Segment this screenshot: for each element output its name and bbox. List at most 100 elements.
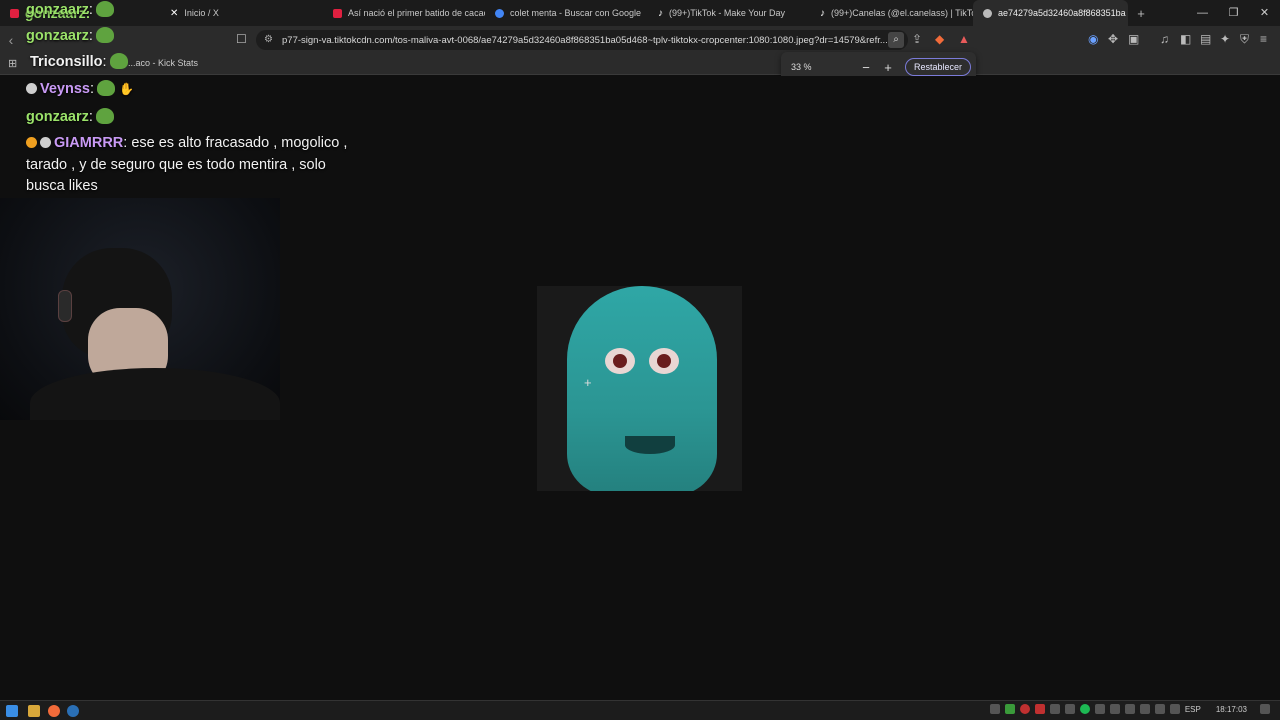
media-icon[interactable]: ♫ <box>1160 32 1169 46</box>
chat-badge-icon <box>40 137 51 148</box>
site-settings-icon[interactable]: ⚙ <box>264 34 273 45</box>
tab-label: colet menta - Buscar con Google <box>510 8 642 18</box>
tray-app-icon[interactable] <box>1019 704 1030 714</box>
webcam-body-shape <box>30 368 280 420</box>
tray-app-icon[interactable] <box>1124 704 1135 714</box>
vpn-icon[interactable]: ⛨ <box>1240 32 1249 47</box>
pepe-emote-icon <box>95 1 114 17</box>
chat-message: Veynss: ✋ <box>26 79 356 101</box>
tab-label: ae74279a5d32460a8f868351ba <box>998 8 1126 18</box>
chat-username: gonzaarz <box>26 108 89 125</box>
tab-google-search[interactable]: colet menta - Buscar con Google <box>485 0 648 26</box>
youtube-icon <box>10 8 19 18</box>
tab-label: Inicio / X <box>184 8 219 18</box>
close-window-icon[interactable]: ✕ <box>1249 0 1280 26</box>
tab-x-home[interactable]: ✕ Inicio / X <box>160 0 323 26</box>
address-bar[interactable]: ⚙ p77-sign-va.tiktokcdn.com/tos-maliva-a… <box>256 30 908 50</box>
extensions-icon[interactable]: ✥ <box>1108 32 1118 46</box>
chat-overlay-line: Triconsillo: <box>30 52 128 74</box>
zoom-reset-button[interactable]: Restablecer <box>905 58 972 76</box>
system-tray: ESP 18:17:03 <box>989 704 1270 714</box>
audio-icon[interactable]: ◉ <box>1088 32 1098 46</box>
brave-shield-icon[interactable]: ◆ <box>935 32 944 46</box>
chat-separator: : <box>88 28 93 44</box>
character-mouth <box>625 436 675 454</box>
zoom-out-button[interactable]: − <box>855 60 877 75</box>
back-icon[interactable]: ‹ <box>0 32 22 48</box>
chat-overlay-line: gonzaarz: <box>26 0 114 22</box>
tab-active-image[interactable]: ae74279a5d32460a8f868351ba ✕ <box>973 0 1128 26</box>
tray-app-icon[interactable] <box>1094 704 1105 714</box>
bookmark-icon[interactable]: ☐ <box>236 32 247 46</box>
windows-taskbar: ESP 18:17:03 <box>0 700 1280 720</box>
apps-grid-icon[interactable]: ⊞ <box>8 57 17 70</box>
clock[interactable]: 18:17:03 <box>1216 705 1247 714</box>
brave-rewards-icon[interactable]: ▲ <box>958 32 970 46</box>
wallet-icon[interactable]: ▤ <box>1200 32 1211 46</box>
zoom-level: 33 % <box>791 62 812 72</box>
microphone-icon[interactable] <box>1109 704 1120 714</box>
globe-icon <box>983 8 992 18</box>
tray-app-icon[interactable] <box>1034 704 1045 714</box>
chat-username: gonzaarz <box>26 2 89 18</box>
pepe-emote-icon <box>109 53 128 69</box>
menu-icon[interactable]: ≡ <box>1260 32 1267 46</box>
viewed-image[interactable] <box>537 286 742 491</box>
hands-emote-icon: ✋ <box>119 82 134 96</box>
nvidia-icon[interactable] <box>1004 704 1015 714</box>
chat-username: gonzaarz <box>26 28 89 44</box>
tray-app-icon[interactable] <box>1049 704 1060 714</box>
bookmark-kick-stats[interactable]: ...aco - Kick Stats <box>128 58 198 68</box>
wifi-icon[interactable] <box>1154 704 1165 714</box>
x-logo-icon: ✕ <box>170 7 179 19</box>
tab-label: (99+)TikTok - Make Your Day <box>669 8 785 18</box>
steam-icon[interactable] <box>67 705 79 717</box>
language-indicator[interactable]: ESP <box>1185 705 1201 714</box>
character-eye-right <box>649 348 679 374</box>
chat-badge-icon <box>26 83 37 94</box>
chat-separator: : <box>88 2 93 18</box>
window-controls: — ❐ ✕ <box>1187 0 1280 26</box>
new-tab-button[interactable]: + <box>1128 6 1154 21</box>
stream-chat: Veynss: ✋ gonzaarz: GIAMRRR: ese es alto … <box>26 76 356 198</box>
tab-batido-cacao[interactable]: Así nació el primer batido de cacao <box>323 0 485 26</box>
chat-overlay-line: gonzaarz: <box>26 26 114 48</box>
chat-username: Triconsillo <box>30 54 103 70</box>
tray-app-icon[interactable] <box>1064 704 1075 714</box>
sidebar-icon[interactable]: ◧ <box>1180 32 1191 46</box>
chat-message: GIAMRRR: ese es alto fracasado , mogolic… <box>26 133 356 198</box>
share-icon[interactable]: ⇪ <box>912 32 922 46</box>
tiktok-icon: ♪ <box>820 7 825 19</box>
pepe-emote-icon <box>95 27 114 43</box>
tiktok-icon: ♪ <box>658 7 663 19</box>
zoom-indicator-icon[interactable]: ⌕ <box>888 32 904 48</box>
notification-icon[interactable] <box>1260 704 1270 714</box>
reader-mode-icon[interactable]: ▣ <box>1128 32 1139 46</box>
tab-tiktok[interactable]: ♪ (99+)TikTok - Make Your Day <box>648 0 810 26</box>
tray-app-icon[interactable] <box>1139 704 1150 714</box>
headset-icon <box>58 290 72 322</box>
chat-message: gonzaarz: <box>26 107 356 129</box>
volume-icon[interactable] <box>1169 704 1180 714</box>
chat-separator: : <box>102 54 107 70</box>
tab-label: (99+)Canelas (@el.canelass) | TikTok <box>831 8 973 18</box>
image-viewer-page: Veynss: ✋ gonzaarz: GIAMRRR: ese es alto … <box>0 76 1280 700</box>
bookmarks-bar: ⊞ ...aco - Kick Stats <box>0 53 1280 75</box>
restore-icon[interactable]: ❐ <box>1218 0 1249 26</box>
pepe-emote-icon <box>95 107 114 124</box>
brave-browser-icon[interactable] <box>48 705 60 717</box>
leo-ai-icon[interactable]: ✦ <box>1220 32 1230 46</box>
tab-strip: gonzaarz: ✕ Inicio / X Así nació el prim… <box>0 0 1280 26</box>
windows-start-icon[interactable] <box>6 705 18 717</box>
webcam-overlay <box>0 198 280 420</box>
tab-tiktok-canelas[interactable]: ♪ (99+)Canelas (@el.canelass) | TikTok <box>810 0 973 26</box>
chat-separator: : <box>90 81 95 97</box>
chat-username: GIAMRRR <box>54 135 124 151</box>
spotify-icon[interactable] <box>1079 704 1090 714</box>
file-explorer-icon[interactable] <box>28 705 40 717</box>
tray-app-icon[interactable] <box>989 704 1000 714</box>
url-text: p77-sign-va.tiktokcdn.com/tos-maliva-avt… <box>282 34 888 46</box>
zoom-in-button[interactable]: + <box>877 60 899 75</box>
minimize-icon[interactable]: — <box>1187 0 1218 26</box>
youtube-icon <box>333 8 342 18</box>
